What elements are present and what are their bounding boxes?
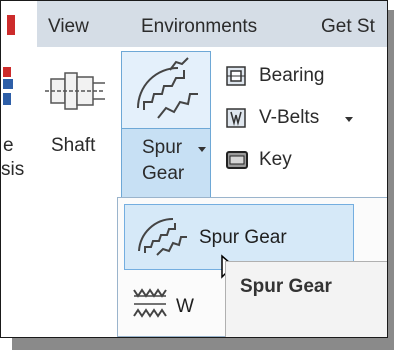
screenshot-frame: View Environments Get St e sis Shaft Spu…: [0, 0, 388, 338]
spur-gear-label-line2: Gear: [142, 163, 185, 184]
left-edge-text-1: e: [3, 135, 14, 156]
menu-item-worm-gear[interactable]: W: [124, 274, 224, 332]
spur-gear-icon: [137, 57, 198, 119]
key-button[interactable]: Key: [259, 149, 292, 171]
frame-shadow-right: [388, 10, 394, 346]
menu-item-worm-gear-label: W: [176, 296, 194, 317]
key-icon: [226, 151, 248, 169]
ribbon-panel: e sis Shaft Spur Gear Bearing V-Belts Ke…: [1, 47, 387, 223]
active-tab-edge[interactable]: [1, 1, 37, 47]
menu-item-spur-gear-label: Spur Gear: [199, 227, 287, 248]
spur-gear-label-line1: Spur: [142, 137, 183, 158]
tab-icon-fragment: [7, 15, 15, 35]
tab-environments[interactable]: Environments: [141, 16, 257, 38]
left-edge-text-2: sis: [1, 159, 25, 180]
tooltip: Spur Gear: [225, 261, 387, 337]
chevron-down-icon: [198, 147, 206, 152]
chevron-down-icon[interactable]: [345, 117, 353, 123]
transmission-icon-fragment: [3, 67, 13, 105]
v-belts-icon: [226, 108, 246, 128]
frame-shadow-bottom: [12, 338, 394, 350]
shaft-icon: [45, 72, 105, 110]
ribbon-tab-bar: View Environments Get St: [1, 1, 387, 47]
tooltip-title: Spur Gear: [240, 276, 332, 297]
tab-get-started[interactable]: Get St: [321, 16, 375, 38]
v-belts-button[interactable]: V-Belts: [259, 107, 319, 129]
bearing-icon: [226, 66, 246, 86]
spur-gear-icon: [138, 217, 187, 256]
spur-gear-button[interactable]: Spur Gear: [121, 51, 211, 199]
bearing-button[interactable]: Bearing: [259, 65, 325, 87]
worm-gear-icon: [133, 288, 167, 318]
shaft-button[interactable]: Shaft: [51, 135, 95, 157]
tab-view[interactable]: View: [48, 16, 89, 38]
spur-gear-dropdown-toggle[interactable]: Spur Gear: [122, 128, 210, 199]
